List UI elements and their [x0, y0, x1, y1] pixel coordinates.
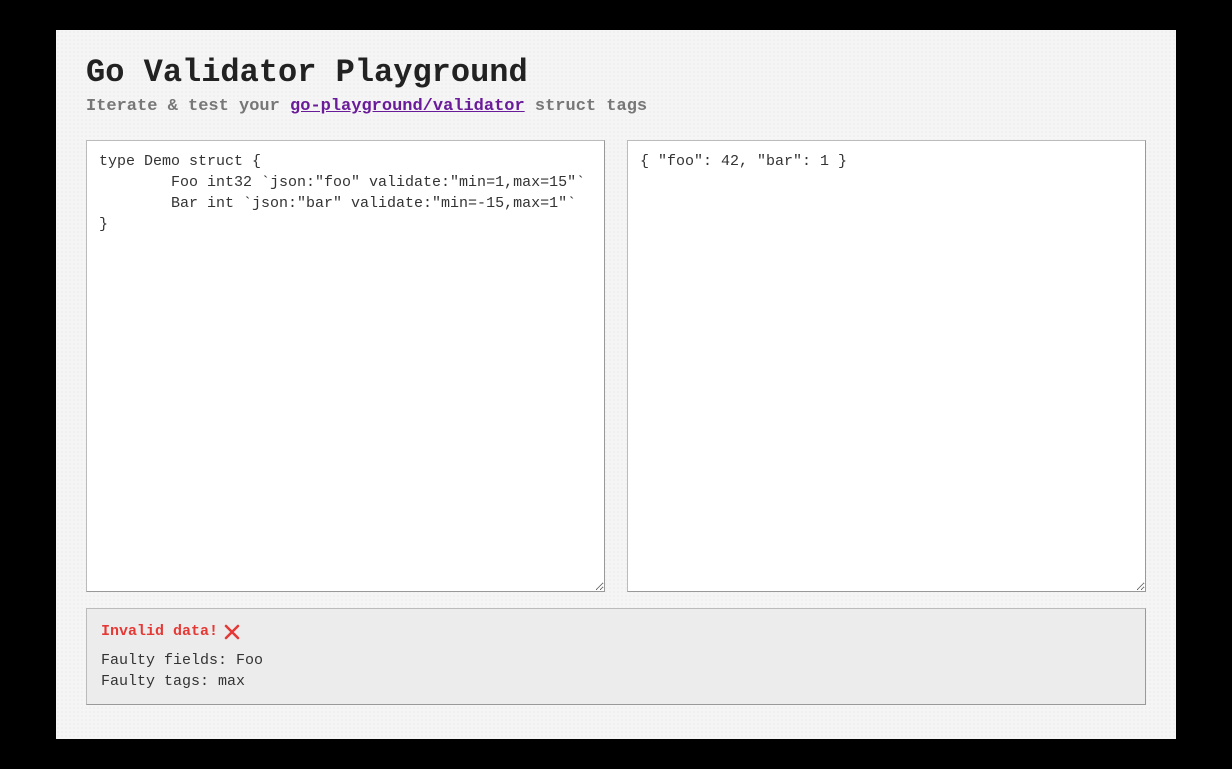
faulty-fields-label: Faulty fields: — [101, 652, 236, 669]
error-x-icon — [224, 624, 240, 640]
page-title: Go Validator Playground — [86, 54, 1146, 91]
faulty-tags-label: Faulty tags: — [101, 673, 218, 690]
json-editor[interactable] — [627, 140, 1146, 592]
faulty-fields-line: Faulty fields: Foo — [101, 650, 1131, 671]
faulty-fields-value: Foo — [236, 652, 263, 669]
page-subtitle: Iterate & test your go-playground/valida… — [86, 97, 1146, 116]
result-panel: Invalid data! Faulty fields: Foo Faulty … — [86, 608, 1146, 705]
validator-link[interactable]: go-playground/validator — [290, 97, 525, 116]
subtitle-suffix: struct tags — [525, 97, 647, 116]
result-status-label: Invalid data! — [101, 621, 218, 642]
struct-editor[interactable] — [86, 140, 605, 592]
subtitle-prefix: Iterate & test your — [86, 97, 290, 116]
faulty-tags-value: max — [218, 673, 245, 690]
page-container: Go Validator Playground Iterate & test y… — [56, 30, 1176, 739]
result-status: Invalid data! — [101, 621, 1131, 642]
editors-row — [86, 140, 1146, 592]
faulty-tags-line: Faulty tags: max — [101, 671, 1131, 692]
